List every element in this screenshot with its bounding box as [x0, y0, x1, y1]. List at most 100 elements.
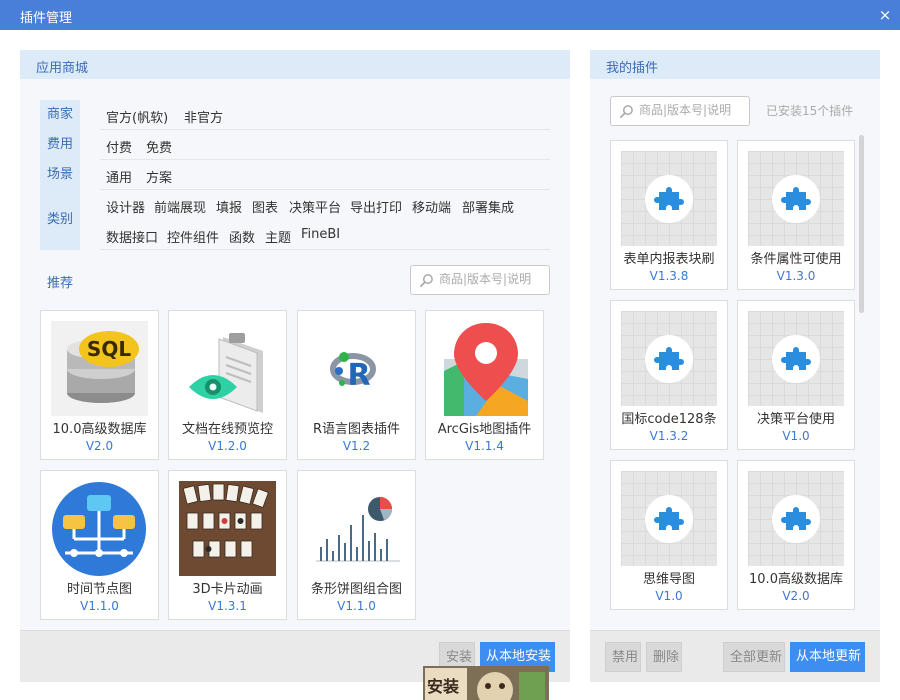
- installed-plugin-card[interactable]: 条件属性可使用 V1.3.0: [737, 140, 855, 290]
- filter-row-fee: 付费 免费: [100, 130, 550, 160]
- recommend-label: 推荐: [47, 276, 74, 291]
- plugin-thumbnail: [748, 471, 844, 566]
- mascot-text: 安装: [427, 677, 460, 696]
- plugin-card[interactable]: SQL 10.0高级数据库 V2.0: [40, 310, 159, 460]
- plugin-version: V1.2.0: [208, 439, 247, 453]
- plugin-name: R语言图表插件: [312, 422, 401, 437]
- filter-row-scene: 通用 方案: [100, 160, 550, 190]
- plugin-version: V1.0: [782, 429, 810, 443]
- filter-tab-vendor[interactable]: 商家: [40, 100, 80, 130]
- svg-text:R: R: [347, 358, 370, 393]
- filter-option-export[interactable]: 导出打印: [350, 197, 402, 216]
- plugin-version: V1.2: [342, 439, 371, 453]
- filter-option-fill[interactable]: 填报: [216, 197, 242, 216]
- delete-button[interactable]: 删除: [646, 642, 682, 672]
- plugin-version: V1.1.4: [465, 439, 504, 453]
- plugin-thumbnail: [748, 311, 844, 406]
- svg-text:SQL: SQL: [87, 337, 131, 361]
- installed-plugin-card[interactable]: 表单内报表块刷 V1.3.8: [610, 140, 728, 290]
- plugin-thumbnail: [748, 151, 844, 246]
- update-all-button[interactable]: 全部更新: [723, 642, 785, 672]
- plugin-thumbnail: [621, 151, 717, 246]
- card-animation-icon: [179, 481, 276, 576]
- plugin-card[interactable]: 时间节点图 V1.1.0: [40, 470, 159, 620]
- puzzle-icon: [772, 335, 820, 383]
- puzzle-icon: [645, 495, 693, 543]
- plugin-card[interactable]: ArcGis地图插件 V1.1.4: [425, 310, 544, 460]
- filter-option-free[interactable]: 免费: [146, 137, 172, 156]
- plugin-version: V1.3.0: [776, 269, 816, 283]
- bar-pie-chart-icon: [308, 481, 405, 576]
- installed-plugin-card[interactable]: 国标code128条 V1.3.2: [610, 300, 728, 450]
- filter-option-mobile[interactable]: 移动端: [412, 197, 451, 216]
- installed-plugin-card[interactable]: 10.0高级数据库 V2.0: [737, 460, 855, 610]
- plugin-card[interactable]: R R语言图表插件 V1.2: [297, 310, 416, 460]
- installed-plugin-card[interactable]: 决策平台使用 V1.0: [737, 300, 855, 450]
- store-search-input[interactable]: [439, 272, 549, 286]
- local-update-button[interactable]: 从本地更新: [790, 642, 865, 672]
- puzzle-icon: [772, 175, 820, 223]
- plugin-version: V2.0: [782, 589, 810, 603]
- filter-tab-category[interactable]: 类别: [40, 190, 80, 250]
- filter-option-paid[interactable]: 付费: [106, 137, 132, 156]
- filter-tab-fee[interactable]: 费用: [40, 130, 80, 160]
- my-plugins-header: 我的插件: [590, 50, 880, 79]
- plugin-name: 10.0高级数据库: [749, 572, 843, 587]
- plugin-name: 条形饼图组合图: [310, 582, 402, 597]
- timeline-node-icon: [51, 481, 148, 576]
- filter-option-chart[interactable]: 图表: [252, 197, 278, 216]
- filter-option-function[interactable]: 函数: [229, 227, 255, 246]
- filter-option-solution[interactable]: 方案: [146, 167, 172, 186]
- plugin-card[interactable]: 3D卡片动画 V1.3.1: [168, 470, 287, 620]
- filter-option-platform[interactable]: 决策平台: [289, 197, 341, 216]
- puzzle-icon: [645, 335, 693, 383]
- plugin-name: ArcGis地图插件: [437, 422, 532, 437]
- plugin-version: V1.1.0: [337, 599, 376, 613]
- plugin-name: 时间节点图: [66, 582, 132, 597]
- filter-option-designer[interactable]: 设计器: [106, 197, 145, 216]
- my-plugins-footer: 禁用 删除 全部更新 从本地更新: [590, 630, 880, 682]
- scrollbar[interactable]: [859, 135, 864, 313]
- filter-option-general[interactable]: 通用: [106, 167, 132, 186]
- window-title: 插件管理: [20, 11, 73, 26]
- my-plugins-search[interactable]: [610, 96, 750, 126]
- filter-tabs: 商家 费用 场景 类别: [40, 100, 80, 250]
- installed-plugin-card[interactable]: 思维导图 V1.0: [610, 460, 728, 610]
- app-store-header: 应用商城: [20, 50, 570, 79]
- my-plugins-search-input[interactable]: [639, 103, 749, 117]
- filter-option-widget[interactable]: 控件组件: [167, 227, 219, 246]
- plugin-version: V1.3.1: [208, 599, 247, 613]
- plugin-name: 思维导图: [642, 572, 695, 587]
- plugin-name: 条件属性可使用: [750, 252, 842, 267]
- r-language-icon: R: [308, 321, 405, 416]
- filter-option-theme[interactable]: 主题: [265, 227, 291, 246]
- disable-button[interactable]: 禁用: [605, 642, 641, 672]
- plugin-thumbnail: [621, 471, 717, 566]
- map-pin-icon: [436, 321, 533, 416]
- filter-tab-scene[interactable]: 场景: [40, 160, 80, 190]
- filter-row-category: 设计器 前端展现 填报 图表 决策平台 导出打印 移动端 部署集成 数据接口 控…: [100, 190, 550, 250]
- filter-option-finebi[interactable]: FineBI: [301, 227, 340, 242]
- plugin-name: 表单内报表块刷: [623, 252, 715, 267]
- plugin-name: 文档在线预览控: [181, 422, 273, 437]
- sql-database-icon: SQL: [51, 321, 148, 416]
- close-icon[interactable]: ×: [870, 0, 900, 30]
- app-store-panel: 应用商城 商家 费用 场景 类别 官方(帆软) 非官方 付费 免费 通用 方案 …: [20, 50, 570, 682]
- plugin-version: V1.0: [655, 589, 683, 603]
- plugin-version: V2.0: [85, 439, 114, 453]
- title-bar: 插件管理 ×: [0, 0, 900, 30]
- document-preview-icon: [179, 321, 276, 416]
- mascot-sticker: 安装: [423, 666, 549, 700]
- filter-option-deploy[interactable]: 部署集成: [462, 197, 514, 216]
- filter-option-unofficial[interactable]: 非官方: [184, 107, 223, 126]
- plugin-card[interactable]: 条形饼图组合图 V1.1.0: [297, 470, 416, 620]
- plugin-card[interactable]: 文档在线预览控 V1.2.0: [168, 310, 287, 460]
- filter-option-frontend[interactable]: 前端展现: [154, 197, 206, 216]
- filter-option-official[interactable]: 官方(帆软): [106, 107, 168, 126]
- plugin-version: V1.3.8: [649, 269, 689, 283]
- plugin-name: 3D卡片动画: [192, 582, 263, 597]
- store-search[interactable]: [410, 265, 550, 295]
- plugin-version: V1.3.2: [649, 429, 689, 443]
- filter-option-data-interface[interactable]: 数据接口: [106, 227, 158, 246]
- search-icon: [420, 274, 433, 287]
